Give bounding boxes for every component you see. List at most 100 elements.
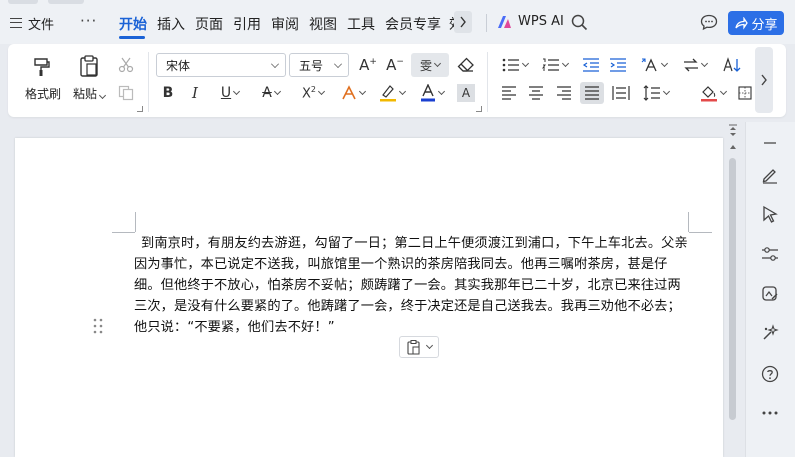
chevron-down-icon: [700, 59, 709, 68]
share-button[interactable]: 分享: [728, 11, 784, 35]
format-painter-button[interactable]: [30, 54, 54, 78]
text-effect-button[interactable]: [337, 84, 369, 102]
wps-ai-button[interactable]: WPS AI: [497, 14, 564, 29]
superscript-button[interactable]: X2: [298, 84, 328, 102]
help-button[interactable]: [759, 363, 781, 385]
tab-start[interactable]: 开始: [119, 14, 147, 34]
image-tool-button[interactable]: [759, 283, 781, 305]
font-settings-icon[interactable]: [476, 106, 482, 112]
underline-button[interactable]: U: [215, 84, 245, 102]
paragraph-drag-handle[interactable]: [93, 318, 103, 334]
highlight-button[interactable]: [376, 84, 408, 102]
align-center-button[interactable]: [527, 84, 545, 102]
border-grid-icon: [738, 86, 752, 100]
tab-page[interactable]: 页面: [195, 14, 223, 34]
file-menu[interactable]: 文件: [10, 13, 54, 33]
search-icon: [571, 14, 588, 31]
outdent-icon: [582, 58, 599, 72]
chevron-down-icon: [433, 59, 442, 68]
wps-ai-label: WPS AI: [518, 14, 564, 29]
comment-button[interactable]: [700, 14, 718, 35]
tab-insert[interactable]: 插入: [157, 14, 185, 34]
doc-tab-stub[interactable]: [48, 0, 84, 4]
increase-indent-button[interactable]: [608, 55, 628, 75]
text-effect-icon: [342, 85, 356, 100]
tab-scroll-right-button[interactable]: [454, 11, 472, 33]
more-options-button[interactable]: [759, 402, 781, 424]
clipboard-settings-icon[interactable]: [137, 106, 143, 112]
distributed-align-button[interactable]: [611, 84, 631, 102]
sort-button[interactable]: [721, 55, 743, 75]
align-left-button[interactable]: [500, 84, 518, 102]
justify-button[interactable]: [580, 82, 604, 104]
paste-dropdown[interactable]: 粘贴: [73, 85, 107, 102]
bold-button[interactable]: B: [159, 84, 177, 102]
vertical-scrollbar[interactable]: [727, 122, 739, 457]
font-family-select[interactable]: 宋体: [156, 53, 286, 77]
pinyin-guide-button[interactable]: 雯: [411, 53, 449, 77]
copy-button[interactable]: [117, 84, 135, 102]
align-right-button[interactable]: [555, 84, 573, 102]
paint-bucket-icon: [701, 86, 717, 102]
text-direction-button[interactable]: [638, 55, 670, 75]
more-menu-button[interactable]: ···: [80, 12, 97, 30]
font-size-select[interactable]: 五号: [289, 53, 349, 77]
decrease-font-size-button[interactable]: A−: [384, 55, 406, 75]
font-color-button[interactable]: [417, 83, 447, 103]
tab-reference[interactable]: 引用: [233, 14, 261, 34]
character-shading-button[interactable]: A: [457, 84, 475, 102]
paste-button[interactable]: [76, 53, 102, 79]
tab-review[interactable]: 审阅: [271, 14, 299, 34]
scroll-up-icon: [730, 145, 736, 149]
highlighter-icon: [380, 85, 396, 102]
more-dots-icon: [762, 411, 778, 415]
chevron-down-icon: [273, 87, 281, 96]
clipboard-icon: [80, 55, 98, 77]
tab-view[interactable]: 视图: [309, 14, 337, 34]
doc-tab-stub[interactable]: [8, 0, 38, 4]
increase-font-size-button[interactable]: A+: [357, 55, 379, 75]
decrease-indent-button[interactable]: [581, 55, 601, 75]
chevron-down-icon: [98, 91, 107, 100]
strikethrough-button[interactable]: A: [256, 84, 286, 102]
format-painter-icon: [34, 58, 50, 76]
drag-handle-icon: [93, 318, 103, 334]
pen-tool-button[interactable]: [759, 164, 781, 186]
bullet-list-button[interactable]: [500, 55, 530, 75]
line-spacing-button[interactable]: [640, 84, 672, 102]
scissors-icon: [118, 57, 134, 73]
pen-icon: [762, 169, 777, 184]
document-paragraph[interactable]: 到南京时，有朋友约去游逛，勾留了一日；第二日上午便须渡江到浦口，下午上车北去。父…: [134, 233, 690, 338]
borders-button[interactable]: [737, 84, 753, 102]
shading-button[interactable]: [698, 84, 728, 102]
cut-button[interactable]: [117, 56, 135, 74]
numbered-list-button[interactable]: [540, 55, 570, 75]
sort-swap-button[interactable]: [680, 55, 710, 75]
divider: [148, 52, 149, 112]
paste-options-button[interactable]: [399, 336, 439, 358]
tab-tools[interactable]: 工具: [347, 14, 375, 34]
bold-icon: B: [162, 85, 174, 101]
clear-format-button[interactable]: [456, 55, 476, 75]
eraser-icon: [457, 57, 474, 72]
chevron-down-icon: [437, 87, 446, 96]
font-grow-icon: A+: [359, 56, 377, 74]
ribbon-scroll-right-button[interactable]: [755, 47, 773, 113]
margin-mark: [112, 232, 135, 233]
scroll-top-icon: [729, 124, 737, 136]
italic-icon: I: [192, 84, 198, 102]
numbered-list-icon: [542, 58, 559, 71]
adjust-settings-button[interactable]: [759, 243, 781, 265]
sliders-icon: [762, 247, 778, 261]
chevron-down-icon: [317, 87, 326, 96]
chevron-right-icon: [460, 16, 466, 28]
search-button[interactable]: [571, 14, 588, 35]
tab-member[interactable]: 会员专享: [385, 14, 441, 34]
collapse-sidebar-button[interactable]: [759, 132, 781, 154]
tools-button[interactable]: [759, 322, 781, 344]
underline-icon: U: [220, 85, 232, 101]
select-tool-button[interactable]: [759, 203, 781, 225]
scrollbar-thumb[interactable]: [729, 158, 736, 420]
divider: [486, 14, 487, 32]
italic-button[interactable]: I: [186, 84, 204, 102]
